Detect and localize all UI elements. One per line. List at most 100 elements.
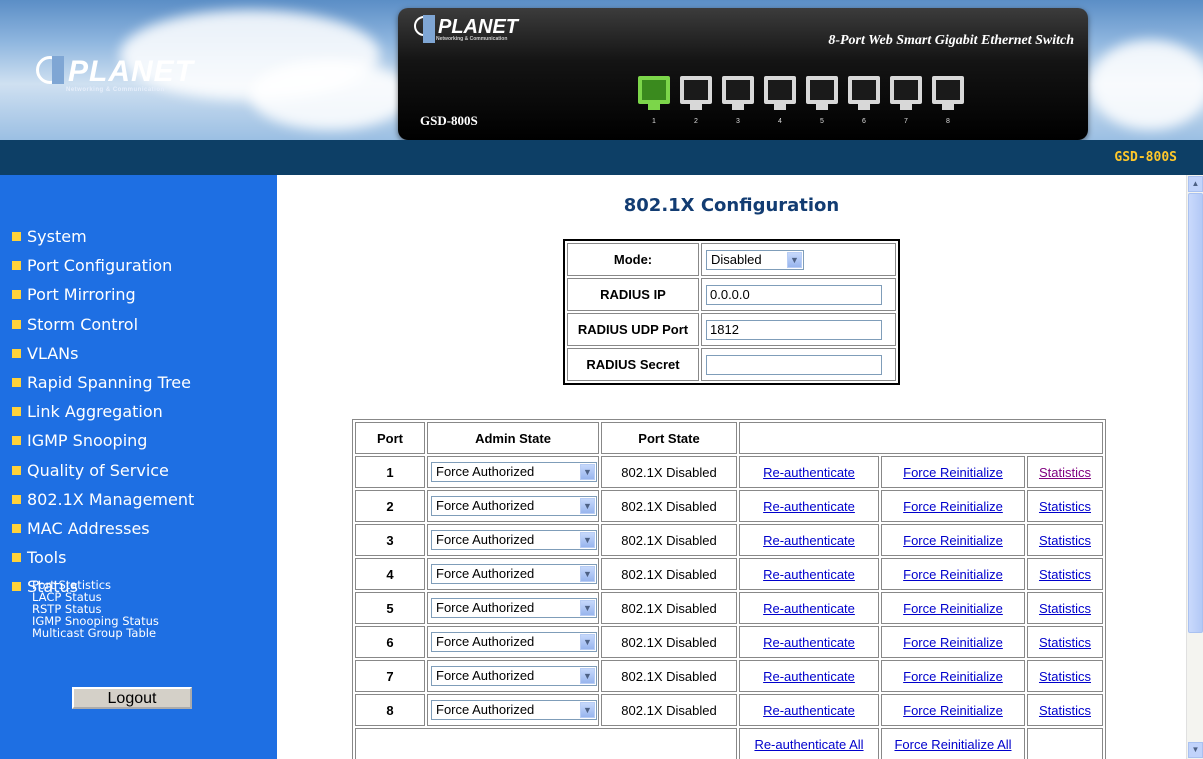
force-reinitialize-link[interactable]: Force Reinitialize <box>903 601 1003 616</box>
sidebar-item[interactable]: Quality of Service <box>12 460 194 489</box>
reauthenticate-link[interactable]: Re-authenticate <box>763 635 855 650</box>
chevron-down-icon[interactable]: ▼ <box>580 634 595 650</box>
sidebar-item[interactable]: Rapid Spanning Tree <box>12 372 194 401</box>
statistics-link[interactable]: Statistics <box>1039 669 1091 684</box>
header-banner: PLANET Networking & Communication PLANET… <box>0 0 1203 140</box>
sidebar-item[interactable]: 802.1X Management <box>12 489 194 518</box>
table-row: 1 Force Authorized ▼ 802.1X Disabled Re-auth… <box>355 456 1103 488</box>
admin-state-cell: Force Authorized ▼ <box>427 558 599 590</box>
footer-spacer <box>355 728 737 759</box>
admin-state-value: Force Authorized <box>436 498 535 513</box>
yellow-square-icon <box>12 348 21 358</box>
chevron-down-icon[interactable]: ▼ <box>580 532 595 548</box>
statistics-link[interactable]: Statistics <box>1039 465 1091 480</box>
table-row: 5 Force Authorized ▼ 802.1X Disabled Re-auth… <box>355 592 1103 624</box>
ethernet-port-icon: 2 <box>676 76 716 125</box>
reinit-cell: Force Reinitialize <box>881 694 1025 726</box>
status-subitem[interactable]: Multicast Group Table <box>32 627 159 639</box>
sidebar-item[interactable]: MAC Addresses <box>12 518 194 547</box>
chevron-down-icon[interactable]: ▼ <box>580 600 595 616</box>
port-number-label: 3 <box>736 118 740 125</box>
force-reinitialize-link[interactable]: Force Reinitialize <box>903 635 1003 650</box>
statistics-link[interactable]: Statistics <box>1039 567 1091 582</box>
chevron-down-icon[interactable]: ▼ <box>580 702 595 718</box>
sidebar-item[interactable]: Tools <box>12 547 194 576</box>
statistics-link[interactable]: Statistics <box>1039 533 1091 548</box>
admin-state-select[interactable]: Force Authorized ▼ <box>431 564 597 584</box>
ethernet-port-icon: 7 <box>886 76 926 125</box>
reauthenticate-link[interactable]: Re-authenticate <box>763 499 855 514</box>
sidebar-item-label: Tools <box>27 548 67 568</box>
reauthenticate-link[interactable]: Re-authenticate <box>763 601 855 616</box>
model-label: GSD-800S <box>1114 150 1177 165</box>
sidebar-item[interactable]: Link Aggregation <box>12 401 194 430</box>
sidebar-item[interactable]: Port Mirroring <box>12 284 194 313</box>
chevron-down-icon[interactable]: ▼ <box>580 668 595 684</box>
mode-label: Mode: <box>567 243 699 276</box>
reauthenticate-link[interactable]: Re-authenticate <box>763 669 855 684</box>
admin-state-select[interactable]: Force Authorized ▼ <box>431 598 597 618</box>
admin-state-select[interactable]: Force Authorized ▼ <box>431 530 597 550</box>
port-table-header: Port Admin State Port State <box>355 422 1103 454</box>
sidebar-item[interactable]: Storm Control <box>12 314 194 343</box>
scroll-down-icon[interactable]: ▼ <box>1188 742 1203 758</box>
admin-state-cell: Force Authorized ▼ <box>427 592 599 624</box>
admin-state-value: Force Authorized <box>436 566 535 581</box>
radius-udp-port-cell <box>701 313 896 346</box>
chevron-down-icon[interactable]: ▼ <box>787 251 802 268</box>
admin-state-select[interactable]: Force Authorized ▼ <box>431 666 597 686</box>
config-row-radius-ip: RADIUS IP <box>567 278 896 311</box>
port-number-cell: 7 <box>355 660 425 692</box>
statistics-link[interactable]: Statistics <box>1039 703 1091 718</box>
top-bar: GSD-800S <box>0 140 1203 175</box>
force-reinitialize-link[interactable]: Force Reinitialize <box>903 533 1003 548</box>
force-reinitialize-link[interactable]: Force Reinitialize <box>903 465 1003 480</box>
chevron-down-icon[interactable]: ▼ <box>580 464 595 480</box>
reauthenticate-link[interactable]: Re-authenticate <box>763 703 855 718</box>
table-row: 6 Force Authorized ▼ 802.1X Disabled Re-auth… <box>355 626 1103 658</box>
radius-udp-port-input[interactable] <box>706 319 882 340</box>
admin-state-select[interactable]: Force Authorized ▼ <box>431 462 597 482</box>
sidebar-item[interactable]: VLANs <box>12 343 194 372</box>
reinit-all-cell: Force Reinitialize All <box>881 728 1025 759</box>
sidebar-item-label: System <box>27 227 87 246</box>
reauthenticate-link[interactable]: Re-authenticate <box>763 567 855 582</box>
vertical-scrollbar[interactable]: ▲ ▼ <box>1186 175 1203 759</box>
sidebar-item[interactable]: Port Configuration <box>12 255 194 284</box>
reinit-cell: Force Reinitialize <box>881 592 1025 624</box>
admin-state-select[interactable]: Force Authorized ▼ <box>431 700 597 720</box>
mode-select[interactable]: Disabled ▼ <box>706 249 804 270</box>
force-reinitialize-link[interactable]: Force Reinitialize <box>903 567 1003 582</box>
radius-secret-input[interactable] <box>706 354 882 375</box>
admin-state-select[interactable]: Force Authorized ▼ <box>431 496 597 516</box>
reinit-cell: Force Reinitialize <box>881 626 1025 658</box>
reinit-all-link[interactable]: Force Reinitialize All <box>894 737 1011 752</box>
statistics-link[interactable]: Statistics <box>1039 499 1091 514</box>
logout-button[interactable]: Logout <box>72 687 192 709</box>
statistics-link[interactable]: Statistics <box>1039 635 1091 650</box>
port-table-footer: Re-authenticate All Force Reinitialize A… <box>355 728 1103 759</box>
reauth-cell: Re-authenticate <box>739 490 879 522</box>
sidebar-item[interactable]: System <box>12 226 194 255</box>
scroll-thumb[interactable] <box>1188 193 1203 633</box>
force-reinitialize-link[interactable]: Force Reinitialize <box>903 669 1003 684</box>
reauthenticate-link[interactable]: Re-authenticate <box>763 533 855 548</box>
planet-logo: PLANET Networking & Communication <box>36 55 194 93</box>
admin-state-select[interactable]: Force Authorized ▼ <box>431 632 597 652</box>
force-reinitialize-link[interactable]: Force Reinitialize <box>903 499 1003 514</box>
chevron-down-icon[interactable]: ▼ <box>580 566 595 582</box>
reauth-all-link[interactable]: Re-authenticate All <box>754 737 863 752</box>
radius-ip-input[interactable] <box>706 284 882 305</box>
reauthenticate-link[interactable]: Re-authenticate <box>763 465 855 480</box>
admin-state-cell: Force Authorized ▼ <box>427 660 599 692</box>
scroll-up-icon[interactable]: ▲ <box>1188 176 1203 192</box>
ethernet-port-icon: 8 <box>928 76 968 125</box>
statistics-link[interactable]: Statistics <box>1039 601 1091 616</box>
sidebar-item-label: Rapid Spanning Tree <box>27 372 191 392</box>
force-reinitialize-link[interactable]: Force Reinitialize <box>903 703 1003 718</box>
port-state-cell: 802.1X Disabled <box>601 660 737 692</box>
chevron-down-icon[interactable]: ▼ <box>580 498 595 514</box>
sidebar-item[interactable]: IGMP Snooping <box>12 430 194 459</box>
port-state-cell: 802.1X Disabled <box>601 694 737 726</box>
port-number-cell: 8 <box>355 694 425 726</box>
